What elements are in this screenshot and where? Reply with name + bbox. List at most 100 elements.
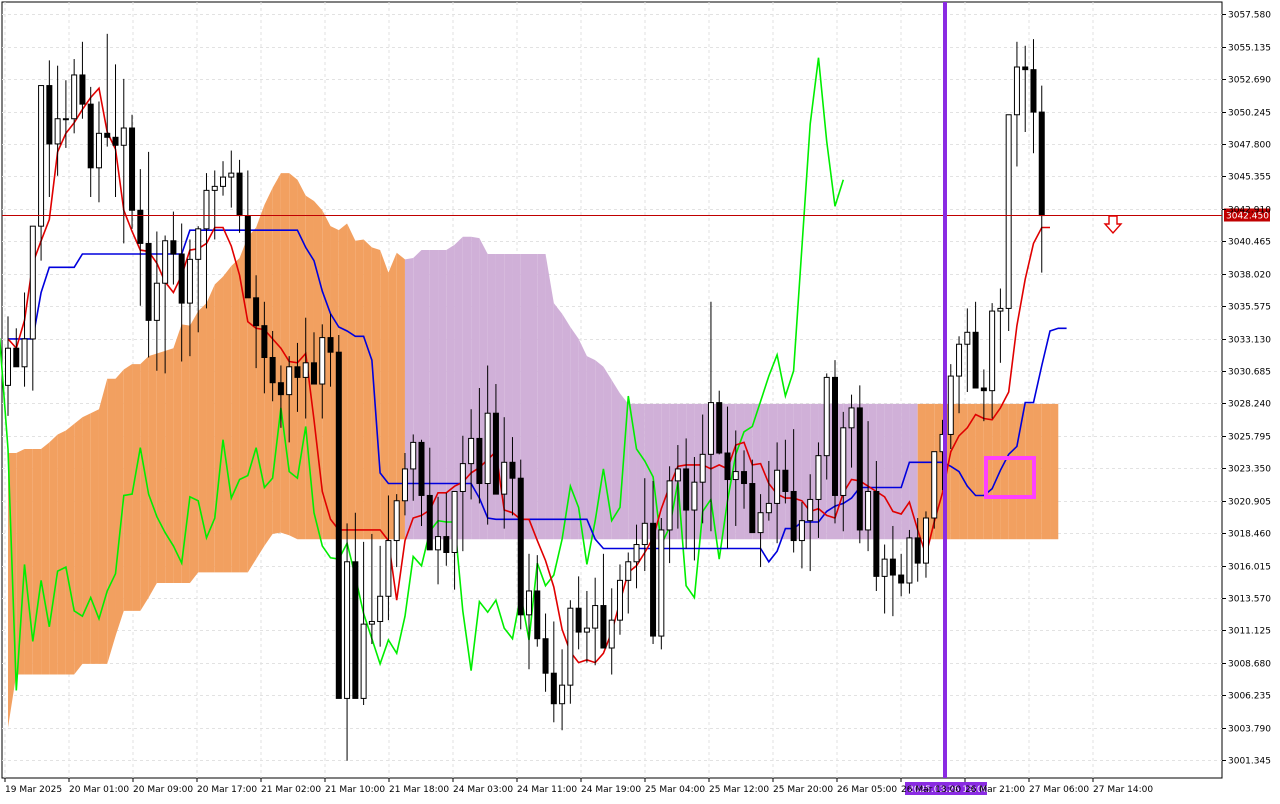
candle-body [616, 579, 623, 621]
y-tick-label: 3025.795 [1228, 433, 1271, 443]
kumo-segment [65, 423, 75, 675]
candle-body [782, 469, 789, 492]
kumo-segment [586, 356, 596, 540]
candle-body [641, 522, 648, 546]
y-tick-label: 3030.685 [1228, 368, 1271, 378]
chart-container[interactable]: 3042.450 2025.03.26 19:00 3057.580 3055.13… [0, 0, 1280, 800]
y-tick-label: 3018.460 [1228, 530, 1271, 540]
candle-body [459, 463, 466, 492]
candle-body [87, 103, 94, 169]
candle-body [253, 297, 260, 327]
candle-body [236, 172, 243, 217]
candle-body [774, 469, 781, 504]
candle-body [683, 468, 690, 511]
x-tick-label: 21 Mar 10:00 [325, 785, 385, 795]
candle-body [302, 362, 309, 378]
candle-body [261, 325, 268, 359]
candle-body [741, 471, 748, 485]
candle-body [38, 85, 45, 227]
kumo-segment [462, 236, 472, 540]
ichimoku-chart[interactable]: 3042.4502025.03.26 19:00 3057.5803055.13… [0, 0, 1280, 800]
candle-body [732, 471, 739, 481]
candle-body [790, 490, 797, 542]
kumo-segment [41, 442, 50, 675]
kumo-segment [189, 311, 199, 584]
candle-body [815, 455, 822, 500]
x-tick-label: 21 Mar 02:00 [261, 785, 321, 795]
kumo-segment [1050, 403, 1059, 540]
candle-body [220, 176, 227, 187]
candle-body [153, 282, 160, 321]
candle-body [600, 605, 607, 649]
candle-body [492, 412, 499, 495]
kumo-segment [471, 236, 480, 540]
kumo-segment [1008, 403, 1017, 540]
candle-body [228, 172, 235, 178]
kumo-segment [57, 430, 66, 675]
y-tick-label: 3038.020 [1228, 271, 1271, 281]
kumo-segment [90, 409, 99, 664]
kumo-segment [537, 254, 546, 540]
candle-body [650, 522, 657, 637]
candle-body [567, 607, 574, 686]
candle-body [1030, 69, 1037, 113]
candle-body [633, 544, 640, 563]
candle-body [13, 347, 20, 368]
y-tick-label: 3011.125 [1228, 627, 1271, 637]
candle-body [716, 402, 723, 454]
kumo-segment [181, 324, 190, 584]
candle-body [46, 85, 53, 145]
kumo-segment [16, 449, 25, 675]
y-tick-label: 3035.575 [1228, 303, 1271, 313]
candle-body [881, 558, 888, 577]
candle-body [823, 376, 830, 457]
x-tick-label: 20 Mar 09:00 [133, 785, 193, 795]
candle-body [476, 437, 483, 485]
candle-body [203, 189, 210, 230]
candle-body [29, 225, 36, 340]
candle-body [145, 242, 152, 321]
candle-body [608, 619, 615, 649]
y-tick-label: 3047.800 [1228, 141, 1271, 151]
x-tick-label: 27 Mar 06:00 [1029, 785, 1089, 795]
candle-body [832, 376, 838, 496]
kumo-segment [214, 276, 224, 573]
candle-body [368, 620, 375, 625]
candle-body [856, 407, 863, 531]
candle-body [889, 558, 896, 576]
y-tick-label: 3055.135 [1228, 44, 1271, 54]
candle-body [120, 127, 127, 146]
candle-body [509, 461, 516, 479]
y-tick-label: 3057.580 [1228, 11, 1271, 21]
candle-body [319, 337, 326, 385]
candle-body [170, 240, 177, 255]
y-tick-label: 3020.905 [1228, 498, 1271, 508]
candle-body [195, 228, 202, 260]
y-tick-label: 3052.690 [1228, 76, 1271, 86]
candle-body [79, 74, 86, 105]
kumo-segment [223, 265, 232, 573]
kumo-segment [107, 378, 116, 664]
candle-body [112, 136, 119, 146]
candle-body [418, 441, 425, 496]
kumo-segment [1041, 403, 1051, 540]
kumo-segment [256, 204, 265, 560]
y-tick-label: 3042.910 [1228, 206, 1271, 216]
candle-body [344, 561, 351, 699]
kumo-segment [289, 173, 298, 540]
kumo-segment [529, 254, 538, 540]
kumo-segment [123, 364, 133, 611]
candle-body [906, 537, 913, 584]
candle-body [666, 480, 673, 531]
y-tick-label: 3008.680 [1228, 660, 1271, 670]
candle-body [840, 427, 847, 496]
x-tick-label: 19 Mar 2025 [5, 785, 62, 795]
candle-body [327, 337, 334, 353]
kumo-segment [578, 338, 587, 540]
candle-body [360, 623, 367, 699]
candle-body [922, 517, 929, 564]
candle-body [964, 331, 971, 345]
kumo-segment [98, 378, 108, 664]
candle-body [335, 351, 342, 699]
candle-body [947, 375, 954, 435]
